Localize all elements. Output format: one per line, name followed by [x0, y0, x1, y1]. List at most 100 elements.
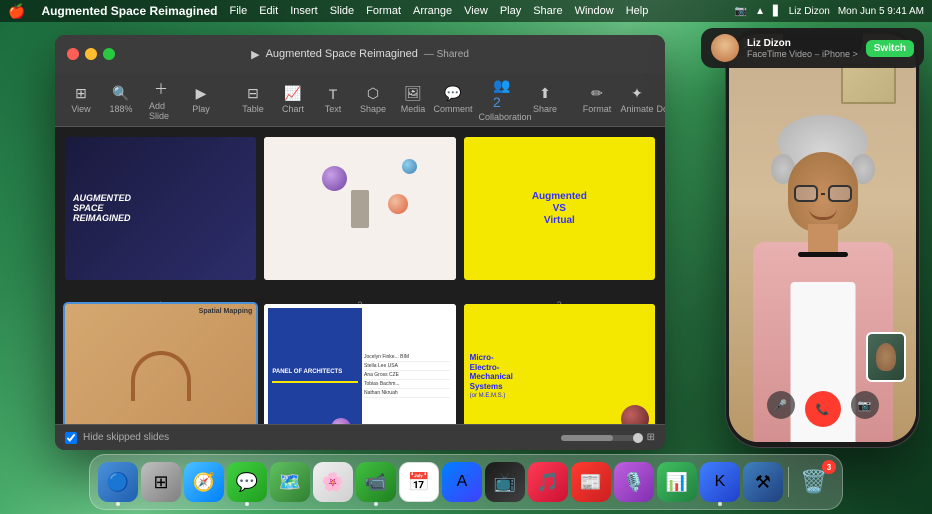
collaboration-icon: 👥 2	[493, 77, 517, 110]
dock-podcasts[interactable]: 🎙️	[614, 462, 654, 502]
hide-skipped-checkbox[interactable]	[65, 432, 77, 444]
slide5-row-2: Stella Lee USA	[364, 363, 450, 371]
messages-active-dot	[245, 502, 249, 506]
animate-label: Animate	[620, 104, 653, 114]
dock-maps[interactable]: 🗺️	[270, 462, 310, 502]
mute-button[interactable]: 🎤	[767, 391, 795, 419]
slide-wrapper-2: 2	[264, 137, 455, 296]
dock-safari[interactable]: 🧭	[184, 462, 224, 502]
dock-launchpad[interactable]: ⊞	[141, 462, 181, 502]
end-call-button[interactable]: 📞	[805, 391, 841, 427]
app-name[interactable]: Augmented Space Reimagined	[41, 4, 217, 18]
toolbar-add-slide[interactable]: ＋ Add Slide	[143, 75, 179, 125]
menu-slide[interactable]: Slide	[330, 5, 354, 17]
slide-wrapper-5: PANEL OF ARCHITECTS Jocelyn Finke... BIM…	[264, 304, 455, 424]
chart-label: Chart	[282, 104, 304, 114]
toolbar-text[interactable]: T Text	[315, 82, 351, 118]
toolbar-media[interactable]: 🖼 Media	[395, 81, 431, 118]
facetime-switch-button[interactable]: Switch	[866, 40, 914, 57]
menu-file[interactable]: File	[229, 5, 247, 17]
slide5-row-1: Jocelyn Finke... BIM	[364, 354, 450, 362]
keynote-window: ▶ Augmented Space Reimagined — Shared ⊞ …	[55, 35, 665, 450]
slide-1[interactable]: AUGMENTEDSPACEREIMAGINED	[65, 137, 256, 280]
dock-tv[interactable]: 📺	[485, 462, 525, 502]
share-label: Share	[533, 104, 557, 114]
slide-6[interactable]: Micro- Electro- Mechanical Systems (or M…	[464, 304, 655, 424]
toolbar-table[interactable]: ⊟ Table	[235, 81, 271, 118]
menu-edit[interactable]: Edit	[259, 5, 278, 17]
keynote-statusbar: Hide skipped slides ⊞	[55, 424, 665, 450]
dock-trash[interactable]: 🗑️ 3	[794, 462, 834, 502]
menu-bar: 🍎 Augmented Space Reimagined File Edit I…	[0, 0, 932, 22]
dock-facetime[interactable]: 📹	[356, 462, 396, 502]
menu-share[interactable]: Share	[533, 5, 562, 17]
toolbar-format[interactable]: ✏ Format	[579, 81, 615, 118]
dock-finder[interactable]: 🔵	[98, 462, 138, 502]
keynote-active-dot	[718, 502, 722, 506]
iphone-screen: 9:41 ▲▲▲ WiFi ▋ 🎤	[729, 34, 916, 442]
zoom-icon: 🔍	[112, 85, 129, 102]
apple-menu[interactable]: 🍎	[8, 3, 25, 20]
user-name[interactable]: Liz Dizon	[789, 6, 830, 17]
menu-view[interactable]: View	[464, 5, 488, 17]
slide5-row-4: Tobias Bachm...	[364, 381, 450, 389]
dock-keynote[interactable]: K	[700, 462, 740, 502]
toolbar-share[interactable]: ⬆ Share	[527, 81, 563, 118]
facetime-controls: 🎤 📞 📷	[729, 391, 916, 427]
dock-news[interactable]: 📰	[571, 462, 611, 502]
toolbar-view[interactable]: ⊞ View	[63, 81, 99, 118]
text-icon: T	[329, 86, 338, 102]
menu-format[interactable]: Format	[366, 5, 401, 17]
add-slide-icon: ＋	[154, 79, 168, 99]
zoom-label: 188%	[109, 104, 132, 114]
dock-music[interactable]: 🎵	[528, 462, 568, 502]
toolbar-chart[interactable]: 📈 Chart	[275, 81, 311, 118]
toolbar-shape[interactable]: ⬡ Shape	[355, 81, 391, 118]
camera-flip-button[interactable]: 📷	[851, 391, 879, 419]
facetime-notification: Liz Dizon FaceTime Video – iPhone > Swit…	[701, 28, 924, 68]
toolbar-document[interactable]: 📄 Document	[659, 81, 665, 118]
facetime-source: FaceTime Video – iPhone >	[747, 49, 858, 59]
pip-preview[interactable]	[866, 332, 906, 382]
slide-4[interactable]: Spatial Mapping	[65, 304, 256, 424]
zoom-fit-icon[interactable]: ⊞	[647, 432, 655, 443]
close-button[interactable]	[67, 48, 79, 60]
text-label: Text	[325, 104, 342, 114]
view-label: View	[71, 104, 90, 114]
dock-appstore[interactable]: A	[442, 462, 482, 502]
minimize-button[interactable]	[85, 48, 97, 60]
menu-window[interactable]: Window	[575, 5, 614, 17]
menu-help[interactable]: Help	[626, 5, 649, 17]
slide-wrapper-6: Micro- Electro- Mechanical Systems (or M…	[464, 304, 655, 424]
menu-play[interactable]: Play	[500, 5, 521, 17]
slide4-title: Spatial Mapping	[199, 308, 253, 315]
slide3-title: Augmented VS Virtual	[532, 191, 587, 227]
slide6-sub: (or M.E.M.S.)	[470, 393, 649, 399]
date-display: Mon Jun 5 9:41 AM	[838, 6, 924, 17]
slides-container: AUGMENTEDSPACEREIMAGINED 1	[55, 127, 665, 424]
dock-messages[interactable]: 💬	[227, 462, 267, 502]
dock-photos[interactable]: 🌸	[313, 462, 353, 502]
slide-2[interactable]	[264, 137, 455, 280]
menu-insert[interactable]: Insert	[290, 5, 318, 17]
toolbar-comment[interactable]: 💬 Comment	[435, 81, 471, 118]
dock-xcode[interactable]: ⚒	[743, 462, 783, 502]
toolbar-animate[interactable]: ✦ Animate	[619, 81, 655, 118]
slide2-orb2	[388, 194, 408, 214]
play-icon: ▶	[196, 85, 207, 102]
toolbar-collaboration[interactable]: 👥 2 Collaboration	[487, 73, 523, 126]
table-label: Table	[242, 104, 264, 114]
dock-calendar[interactable]: 📅	[399, 462, 439, 502]
facetime-caller-name: Liz Dizon	[747, 38, 858, 49]
table-icon: ⊟	[247, 85, 259, 102]
keynote-toolbar: ⊞ View 🔍 188% ＋ Add Slide ▶ Play ⊟ Table…	[55, 73, 665, 127]
slide-3[interactable]: Augmented VS Virtual	[464, 137, 655, 280]
toolbar-zoom[interactable]: 🔍 188%	[103, 81, 139, 118]
slide-wrapper-4: Spatial Mapping 4	[65, 304, 256, 424]
slide-5[interactable]: PANEL OF ARCHITECTS Jocelyn Finke... BIM…	[264, 304, 455, 424]
share-icon: ⬆	[539, 85, 551, 102]
toolbar-play[interactable]: ▶ Play	[183, 81, 219, 118]
menu-arrange[interactable]: Arrange	[413, 5, 452, 17]
dock-numbers[interactable]: 📊	[657, 462, 697, 502]
fullscreen-button[interactable]	[103, 48, 115, 60]
